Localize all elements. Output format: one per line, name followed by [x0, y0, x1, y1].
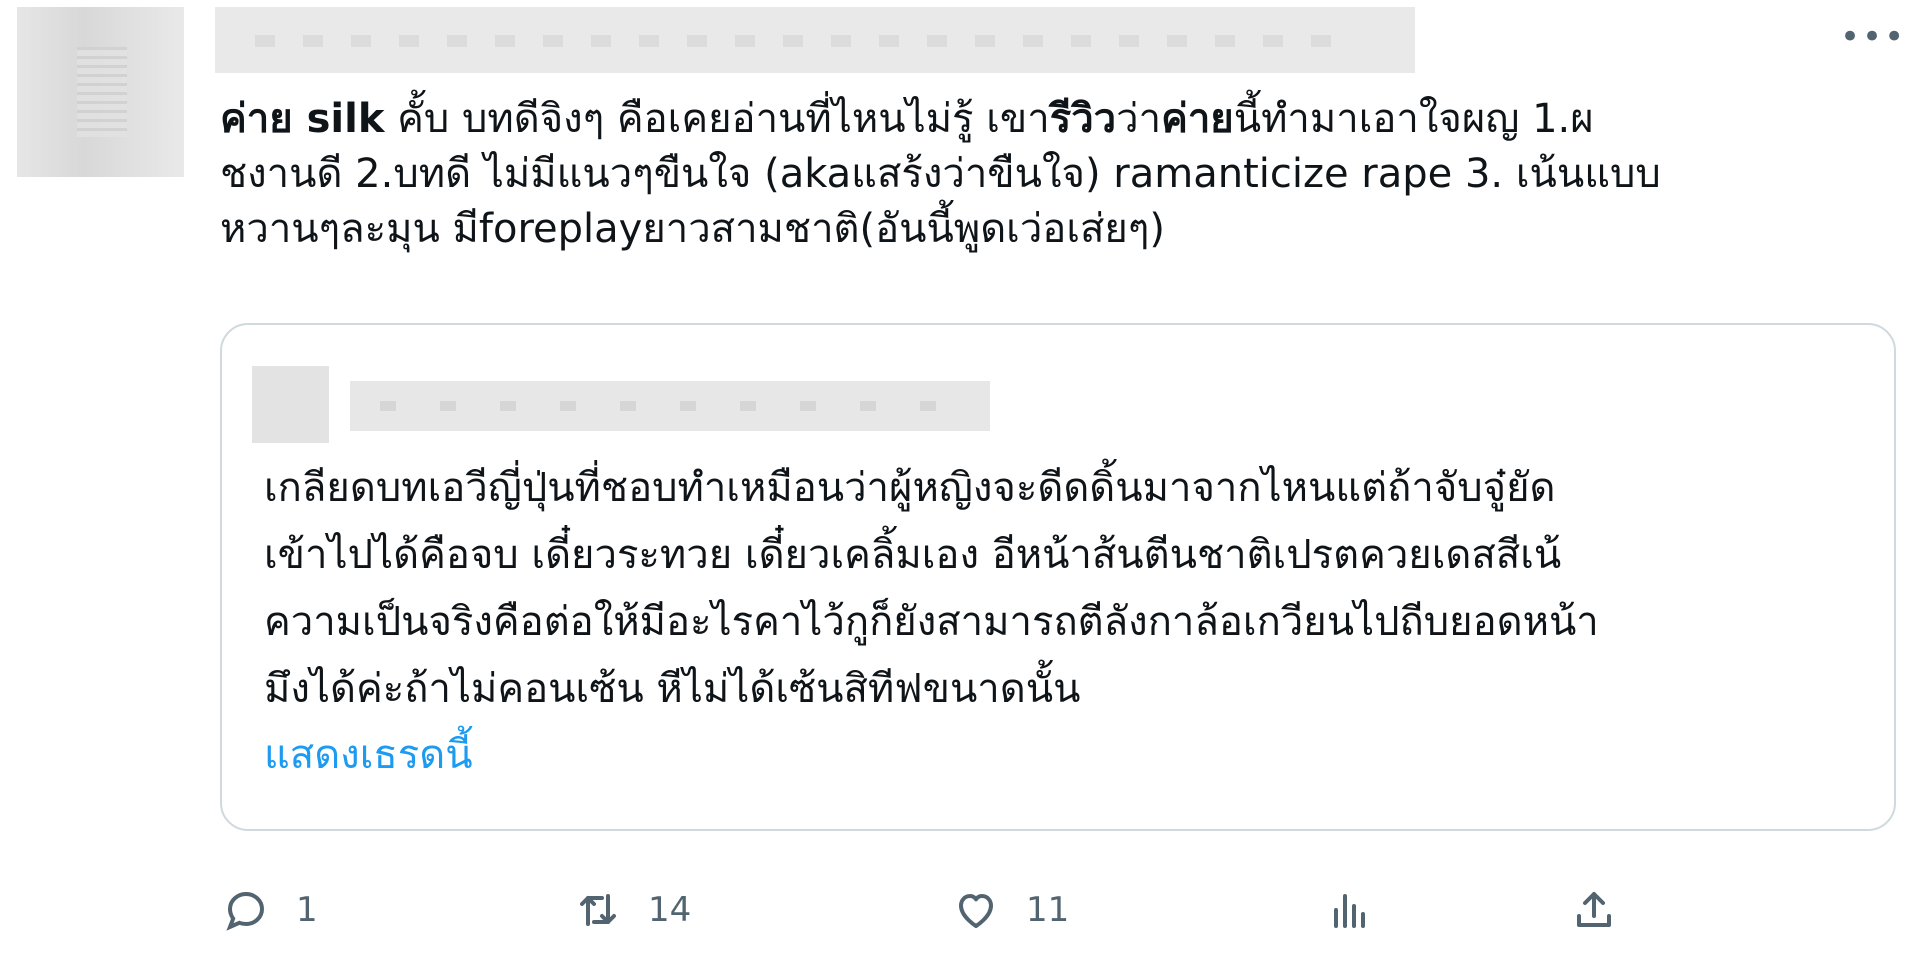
heart-icon	[959, 894, 993, 928]
tweet-action-bar: 1 14 11	[222, 880, 1920, 940]
like-button[interactable]: 11	[952, 880, 1069, 940]
author-header-redacted	[215, 7, 1415, 73]
tweet-text-bold-run: ค่าย silk	[220, 96, 385, 142]
quoted-author-header-redacted	[350, 381, 990, 431]
retweet-count: 14	[648, 890, 692, 930]
tweet-text-bold-run: ค่าย	[1161, 96, 1234, 142]
analytics-icon	[1334, 894, 1365, 928]
share-button[interactable]	[1570, 880, 1618, 940]
show-thread-link[interactable]: แสดงเธรดนี้	[264, 730, 473, 780]
quoted-author-avatar	[252, 366, 329, 443]
author-avatar[interactable]	[17, 7, 184, 177]
like-count: 11	[1026, 890, 1070, 930]
tweet-text-run: คั้บ บทดีจิงๆ คือเคยอ่านที่ไหนไม่รู้ เขา	[384, 96, 1050, 142]
tweet-text: ค่าย silk คั้บ บทดีจิงๆ คือเคยอ่านที่ไหน…	[220, 92, 1870, 257]
tweet-text-run: ว่า	[1116, 96, 1162, 142]
views-button[interactable]	[1326, 880, 1374, 940]
tweet-text-bold-run: รีวิว	[1049, 96, 1117, 142]
quoted-tweet-card[interactable]: เกลียดบทเอวีญี่ปุ่นที่ชอบทำเหมือนว่าผู้ห…	[220, 323, 1896, 831]
reply-button[interactable]: 1	[222, 880, 318, 940]
more-options-icon[interactable]: •••	[1840, 20, 1904, 54]
retweet-button[interactable]: 14	[574, 880, 691, 940]
retweet-icon	[580, 894, 616, 926]
reply-count: 1	[296, 890, 318, 930]
quoted-tweet-text: เกลียดบทเอวีญี่ปุ่นที่ชอบทำเหมือนว่าผู้ห…	[264, 465, 1599, 712]
share-icon	[1577, 892, 1611, 927]
reply-icon	[226, 891, 265, 931]
